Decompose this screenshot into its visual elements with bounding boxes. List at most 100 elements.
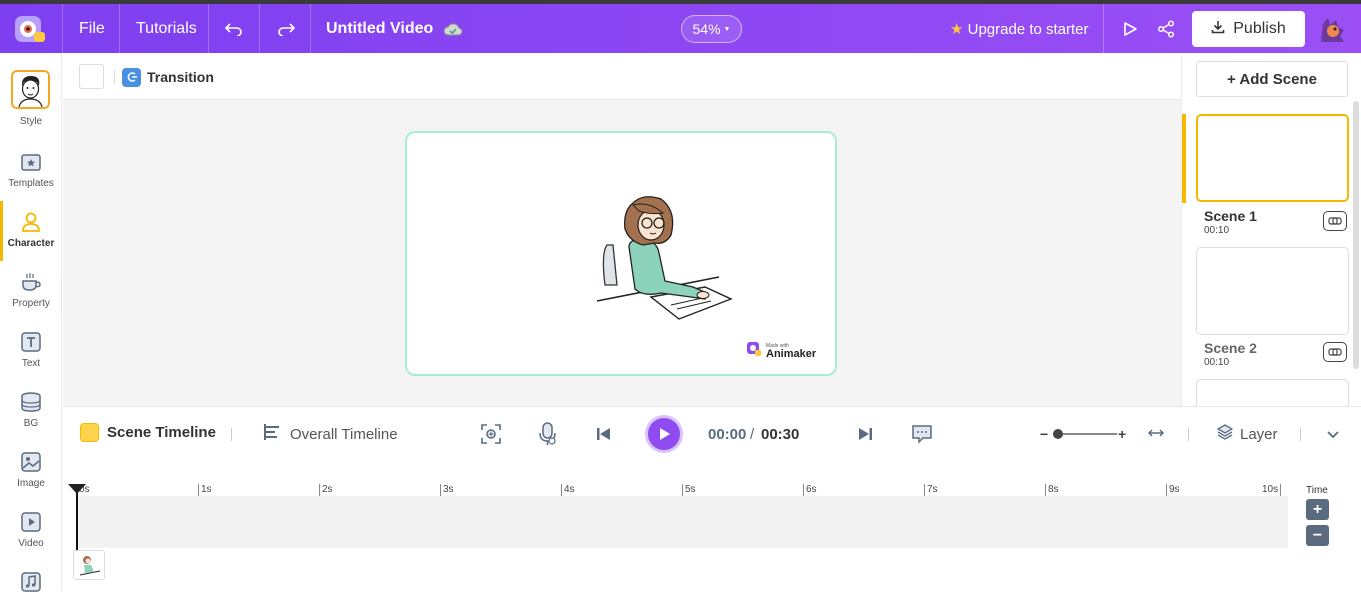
- layer-label: Layer: [1240, 426, 1278, 443]
- sidebar-item-text[interactable]: Text: [0, 321, 62, 381]
- video-title[interactable]: Untitled Video: [326, 20, 433, 38]
- templates-icon: [19, 150, 43, 174]
- left-sidebar: Style Templates Character Property Text …: [0, 53, 62, 594]
- transition-bar: Transition: [63, 53, 1181, 100]
- upgrade-link[interactable]: ★ Upgrade to starter: [950, 20, 1089, 38]
- tick-label: 8s: [1045, 484, 1059, 496]
- screen-capture-icon[interactable]: [481, 424, 501, 449]
- scene-timeline-tab[interactable]: Scene Timeline: [80, 423, 216, 442]
- sidebar-item-bg[interactable]: BG: [0, 381, 62, 441]
- scene-card-1[interactable]: [1196, 114, 1349, 202]
- preview-play-icon[interactable]: [1118, 17, 1142, 41]
- skip-back-icon[interactable]: [596, 427, 612, 446]
- character-on-desk[interactable]: [595, 193, 735, 323]
- scenes-panel: + Add Scene Scene 1 00:10 Scene 2 00:10: [1181, 53, 1361, 406]
- overall-timeline-tab[interactable]: Overall Timeline: [262, 423, 398, 446]
- microphone-icon[interactable]: [539, 422, 557, 451]
- scene-card-3[interactable]: [1196, 379, 1349, 406]
- music-icon: [19, 570, 43, 594]
- sidebar-item-video[interactable]: Video: [0, 501, 62, 561]
- scene-2-duplicate-icon[interactable]: [1323, 342, 1347, 362]
- sidebar-label-bg: BG: [23, 418, 39, 429]
- watermark-brand-text: Animaker: [766, 347, 817, 360]
- divider: [1188, 428, 1189, 441]
- transition-button[interactable]: Transition: [122, 67, 214, 87]
- tick-label: 3s: [440, 484, 454, 496]
- text-icon: [19, 330, 43, 354]
- layers-icon: [1216, 424, 1234, 445]
- fit-width-icon[interactable]: [1147, 426, 1165, 445]
- scene-timeline-label: Scene Timeline: [107, 424, 216, 441]
- character-icon: [19, 210, 43, 234]
- undo-icon[interactable]: [222, 17, 246, 41]
- divider: [114, 70, 115, 84]
- scene-1-duration: 00:10: [1204, 225, 1230, 236]
- user-avatar[interactable]: [1318, 16, 1346, 44]
- timeline-ruler: 0s 1s 2s 3s 4s 5s 6s 7s 8s 9s 10s Time +…: [63, 460, 1361, 591]
- scene-1-name[interactable]: Scene 1: [1204, 208, 1257, 224]
- timeline-zoom-slider[interactable]: [1053, 429, 1117, 439]
- subtitle-icon[interactable]: [912, 424, 932, 449]
- zoom-dropdown[interactable]: 54% ▼: [681, 15, 742, 43]
- animaker-logo-icon[interactable]: [12, 12, 48, 46]
- scene-select-checkbox[interactable]: [79, 64, 104, 89]
- playhead-line[interactable]: [76, 486, 78, 554]
- sidebar-label-property: Property: [12, 298, 50, 309]
- sidebar-item-music[interactable]: [0, 561, 62, 594]
- scene-card-2[interactable]: [1196, 247, 1349, 335]
- property-cup-icon: [19, 270, 43, 294]
- scene-2-duration: 00:10: [1204, 357, 1230, 368]
- zoom-value: 54%: [692, 21, 721, 37]
- scene-1-duplicate-icon[interactable]: [1323, 211, 1347, 231]
- time-increase-button[interactable]: +: [1306, 499, 1329, 520]
- total-time: 00:30: [761, 426, 800, 443]
- tutorials-menu[interactable]: Tutorials: [136, 20, 197, 38]
- sidebar-item-templates[interactable]: Templates: [0, 141, 62, 201]
- sidebar-label-style: Style: [19, 116, 43, 127]
- playhead-handle[interactable]: [68, 484, 86, 494]
- time-decrease-button[interactable]: −: [1306, 525, 1329, 546]
- divider: [231, 428, 232, 441]
- active-scene-indicator: [1182, 114, 1186, 203]
- image-icon: [19, 450, 43, 474]
- skip-forward-icon[interactable]: [857, 427, 873, 446]
- sidebar-label-video: Video: [18, 538, 44, 549]
- chevron-down-icon[interactable]: [1326, 427, 1340, 445]
- slider-knob[interactable]: [1053, 429, 1063, 439]
- tick-label: 2s: [319, 484, 333, 496]
- timeline-controls: Scene Timeline Overall Timeline 00:00 / …: [63, 406, 1361, 460]
- sidebar-item-property[interactable]: Property: [0, 261, 62, 321]
- download-icon: [1211, 20, 1225, 39]
- sidebar-label-image: Image: [17, 478, 45, 489]
- zoom-out-icon[interactable]: −: [1040, 426, 1048, 442]
- tick-label: 10s: [1260, 484, 1282, 496]
- redo-icon[interactable]: [274, 17, 298, 41]
- tick-label: 4s: [561, 484, 575, 496]
- scene-2-name[interactable]: Scene 2: [1204, 340, 1257, 356]
- time-separator: /: [750, 426, 755, 443]
- current-time: 00:00: [708, 426, 747, 443]
- file-menu[interactable]: File: [79, 20, 105, 38]
- zoom-in-icon[interactable]: +: [1118, 426, 1126, 442]
- scene-stage[interactable]: Made with Animaker: [405, 131, 837, 376]
- sidebar-item-style[interactable]: Style: [0, 63, 62, 127]
- cloud-saved-icon: [441, 17, 465, 41]
- animaker-watermark-icon: [746, 341, 762, 362]
- overall-timeline-icon: [262, 423, 282, 446]
- share-icon[interactable]: [1154, 17, 1178, 41]
- sidebar-label-text: Text: [21, 358, 41, 369]
- sidebar-item-character[interactable]: Character: [0, 201, 62, 261]
- character-track-thumbnail[interactable]: [73, 550, 105, 580]
- timeline-track[interactable]: [77, 496, 1288, 548]
- scenes-scrollbar[interactable]: [1353, 101, 1359, 369]
- sidebar-item-image[interactable]: Image: [0, 441, 62, 501]
- transition-icon: [122, 67, 141, 87]
- scene-timeline-icon: [80, 423, 99, 442]
- add-scene-button[interactable]: + Add Scene: [1196, 61, 1348, 97]
- layer-button[interactable]: Layer: [1216, 424, 1278, 445]
- play-button[interactable]: [645, 415, 683, 453]
- tick-label: 6s: [803, 484, 817, 496]
- publish-button[interactable]: Publish: [1192, 11, 1305, 47]
- tick-label: 9s: [1166, 484, 1180, 496]
- tick-label: 5s: [682, 484, 696, 496]
